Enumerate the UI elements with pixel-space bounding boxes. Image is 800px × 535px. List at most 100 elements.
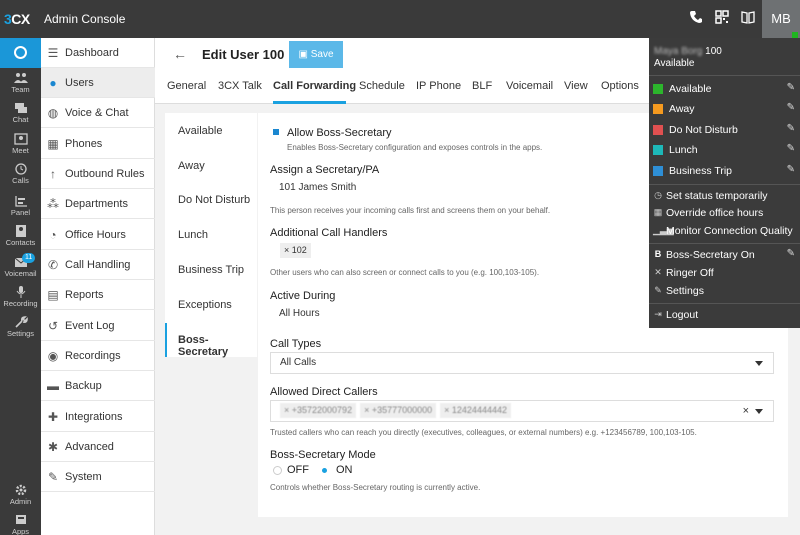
rail-item-contacts[interactable]: Contacts	[0, 225, 41, 247]
backup-icon: ▬	[47, 378, 59, 393]
rail-item-chat[interactable]: Chat	[0, 102, 41, 124]
rail-item-settings[interactable]: Settings	[0, 316, 41, 338]
save-button[interactable]: ▣ Save	[289, 41, 343, 68]
mode-on-label: ON	[336, 464, 353, 476]
rail-item-panel[interactable]: Panel	[0, 195, 41, 217]
contacts-icon	[15, 225, 26, 237]
rail-item-calls[interactable]: Calls	[0, 163, 41, 185]
sidebar-item-advanced[interactable]: ✱ Advanced	[41, 432, 155, 462]
allow-boss-secretary-checkbox[interactable]	[273, 129, 279, 135]
app-switcher-icon[interactable]	[0, 38, 41, 68]
sidebar-item-users[interactable]: ● Users	[41, 68, 155, 98]
mode-label: Boss-Secretary Mode	[270, 449, 376, 461]
clock-icon: ◔	[49, 227, 57, 242]
tab-blf[interactable]: BLF	[472, 80, 492, 92]
tab-options[interactable]: Options	[601, 80, 639, 92]
handler-chip[interactable]: × 102	[280, 243, 311, 258]
override-office-hours[interactable]: ▦ Override office hours	[649, 205, 800, 223]
rail-item-meet[interactable]: Meet	[0, 133, 41, 155]
tab-voicemail[interactable]: Voicemail	[506, 80, 553, 92]
tab-view[interactable]: View	[564, 80, 588, 92]
status-business-trip[interactable]: Business Trip ✎	[649, 163, 800, 181]
panel-icon	[14, 196, 27, 207]
subtab-lunch[interactable]: Lunch	[178, 229, 208, 241]
qr-code-icon[interactable]	[715, 9, 729, 25]
sidebar-item-reports[interactable]: ▤ Reports	[41, 280, 155, 310]
edit-icon[interactable]: ✎	[787, 143, 795, 154]
active-subtab-indicator	[165, 323, 167, 357]
phone-icon[interactable]	[689, 9, 703, 25]
chevron-down-icon[interactable]	[755, 409, 763, 414]
wrench-icon: ✎	[654, 285, 662, 295]
chat-icon	[14, 103, 27, 113]
book-icon[interactable]	[741, 9, 755, 25]
monitor-connection-quality[interactable]: ▁▃▅ Monitor Connection Quality	[649, 223, 800, 241]
status-away[interactable]: Away ✎	[649, 101, 800, 119]
ringer-off-toggle[interactable]: ✕ Ringer Off	[649, 265, 800, 283]
mode-off-radio[interactable]	[273, 466, 282, 475]
logout-button[interactable]: ⇥ Logout	[649, 307, 800, 325]
rail-item-voicemail[interactable]: 11 Voicemail	[0, 253, 41, 278]
tab-general[interactable]: General	[167, 80, 206, 92]
status-menu: Maya Borg 100 Available Available ✎ Away ✎…	[649, 38, 800, 328]
mode-on-radio[interactable]	[320, 466, 329, 475]
brand-logo[interactable]: 3CX	[4, 11, 30, 27]
edit-icon[interactable]: ✎	[787, 123, 795, 134]
departments-icon: ⁂	[47, 196, 59, 211]
rail-item-recording[interactable]: Recording	[0, 286, 41, 308]
subtab-boss-secretary[interactable]: Boss-Secretary	[178, 334, 257, 358]
direct-caller-chip[interactable]: × +35777000000	[360, 403, 437, 418]
status-available[interactable]: Available ✎	[649, 81, 800, 99]
sidebar-item-backup[interactable]: ▬ Backup	[41, 371, 155, 401]
tab-call-forwarding[interactable]: Call Forwarding	[273, 80, 356, 92]
edit-icon[interactable]: ✎	[787, 82, 795, 93]
status-lunch[interactable]: Lunch ✎	[649, 142, 800, 160]
boss-secretary-toggle[interactable]: B Boss-Secretary On ✎	[649, 247, 800, 265]
reports-icon: ▤	[47, 287, 59, 302]
subtab-available[interactable]: Available	[178, 125, 222, 137]
tab-ip-phone[interactable]: IP Phone	[416, 80, 461, 92]
rail-item-apps[interactable]: Apps	[0, 514, 41, 535]
direct-caller-chip[interactable]: × 12424444442	[440, 403, 511, 418]
back-arrow-icon[interactable]: ←	[173, 46, 187, 62]
subtab-business-trip[interactable]: Business Trip	[178, 264, 244, 276]
arrow-up-icon: ↑	[50, 166, 56, 181]
record-icon: ◉	[47, 348, 59, 363]
settings-menu-item[interactable]: ✎ Settings	[649, 283, 800, 301]
page-title: Edit User 100	[202, 47, 285, 62]
set-status-temporarily[interactable]: ◷ Set status temporarily	[649, 188, 800, 206]
tab-schedule[interactable]: Schedule	[359, 80, 405, 92]
recording-icon	[16, 286, 25, 298]
sidebar-item-voice-chat[interactable]: ◍ Voice & Chat	[41, 98, 155, 128]
sidebar-item-system[interactable]: ✎ System	[41, 462, 155, 492]
sidebar-item-phones[interactable]: ▦ Phones	[41, 129, 155, 159]
edit-icon[interactable]: ✎	[787, 164, 795, 175]
call-types-select[interactable]: All Calls	[270, 352, 774, 374]
sidebar-item-departments[interactable]: ⁂ Departments	[41, 189, 155, 219]
status-do-not-disturb[interactable]: Do Not Disturb ✎	[649, 122, 800, 140]
tab-3cx-talk[interactable]: 3CX Talk	[218, 80, 262, 92]
subtab-away[interactable]: Away	[178, 160, 205, 172]
edit-icon[interactable]: ✎	[787, 248, 795, 259]
subtab-exceptions[interactable]: Exceptions	[178, 299, 232, 311]
sidebar-item-dashboard[interactable]: ☰ Dashboard	[41, 38, 155, 68]
direct-callers-hint: Trusted callers who can reach you direct…	[270, 428, 697, 437]
user-avatar[interactable]: MB	[762, 0, 800, 38]
sidebar-item-integrations[interactable]: ✚ Integrations	[41, 402, 155, 432]
rail-item-admin[interactable]: Admin	[0, 484, 41, 506]
voicemail-badge: 11	[22, 253, 36, 263]
sidebar-item-recordings[interactable]: ◉ Recordings	[41, 341, 155, 371]
sidebar-item-event-log[interactable]: ↺ Event Log	[41, 311, 155, 341]
current-status: Available	[654, 58, 695, 69]
clear-icon[interactable]: ×	[743, 401, 749, 421]
handlers-hint: Other users who can also screen or conne…	[270, 268, 540, 277]
sidebar-item-outbound-rules[interactable]: ↑ Outbound Rules	[41, 159, 155, 189]
sidebar-item-call-handling[interactable]: ✆ Call Handling	[41, 250, 155, 280]
allow-boss-secretary-label: Allow Boss-Secretary	[287, 127, 392, 139]
direct-caller-chip[interactable]: × +35722000792	[280, 403, 357, 418]
direct-callers-input[interactable]: × +35722000792 × +35777000000 × 1242444444…	[270, 400, 774, 422]
subtab-do-not-disturb[interactable]: Do Not Disturb	[178, 194, 250, 206]
rail-item-team[interactable]: Team	[0, 72, 41, 94]
sidebar-item-office-hours[interactable]: ◔ Office Hours	[41, 220, 155, 250]
edit-icon[interactable]: ✎	[787, 102, 795, 113]
